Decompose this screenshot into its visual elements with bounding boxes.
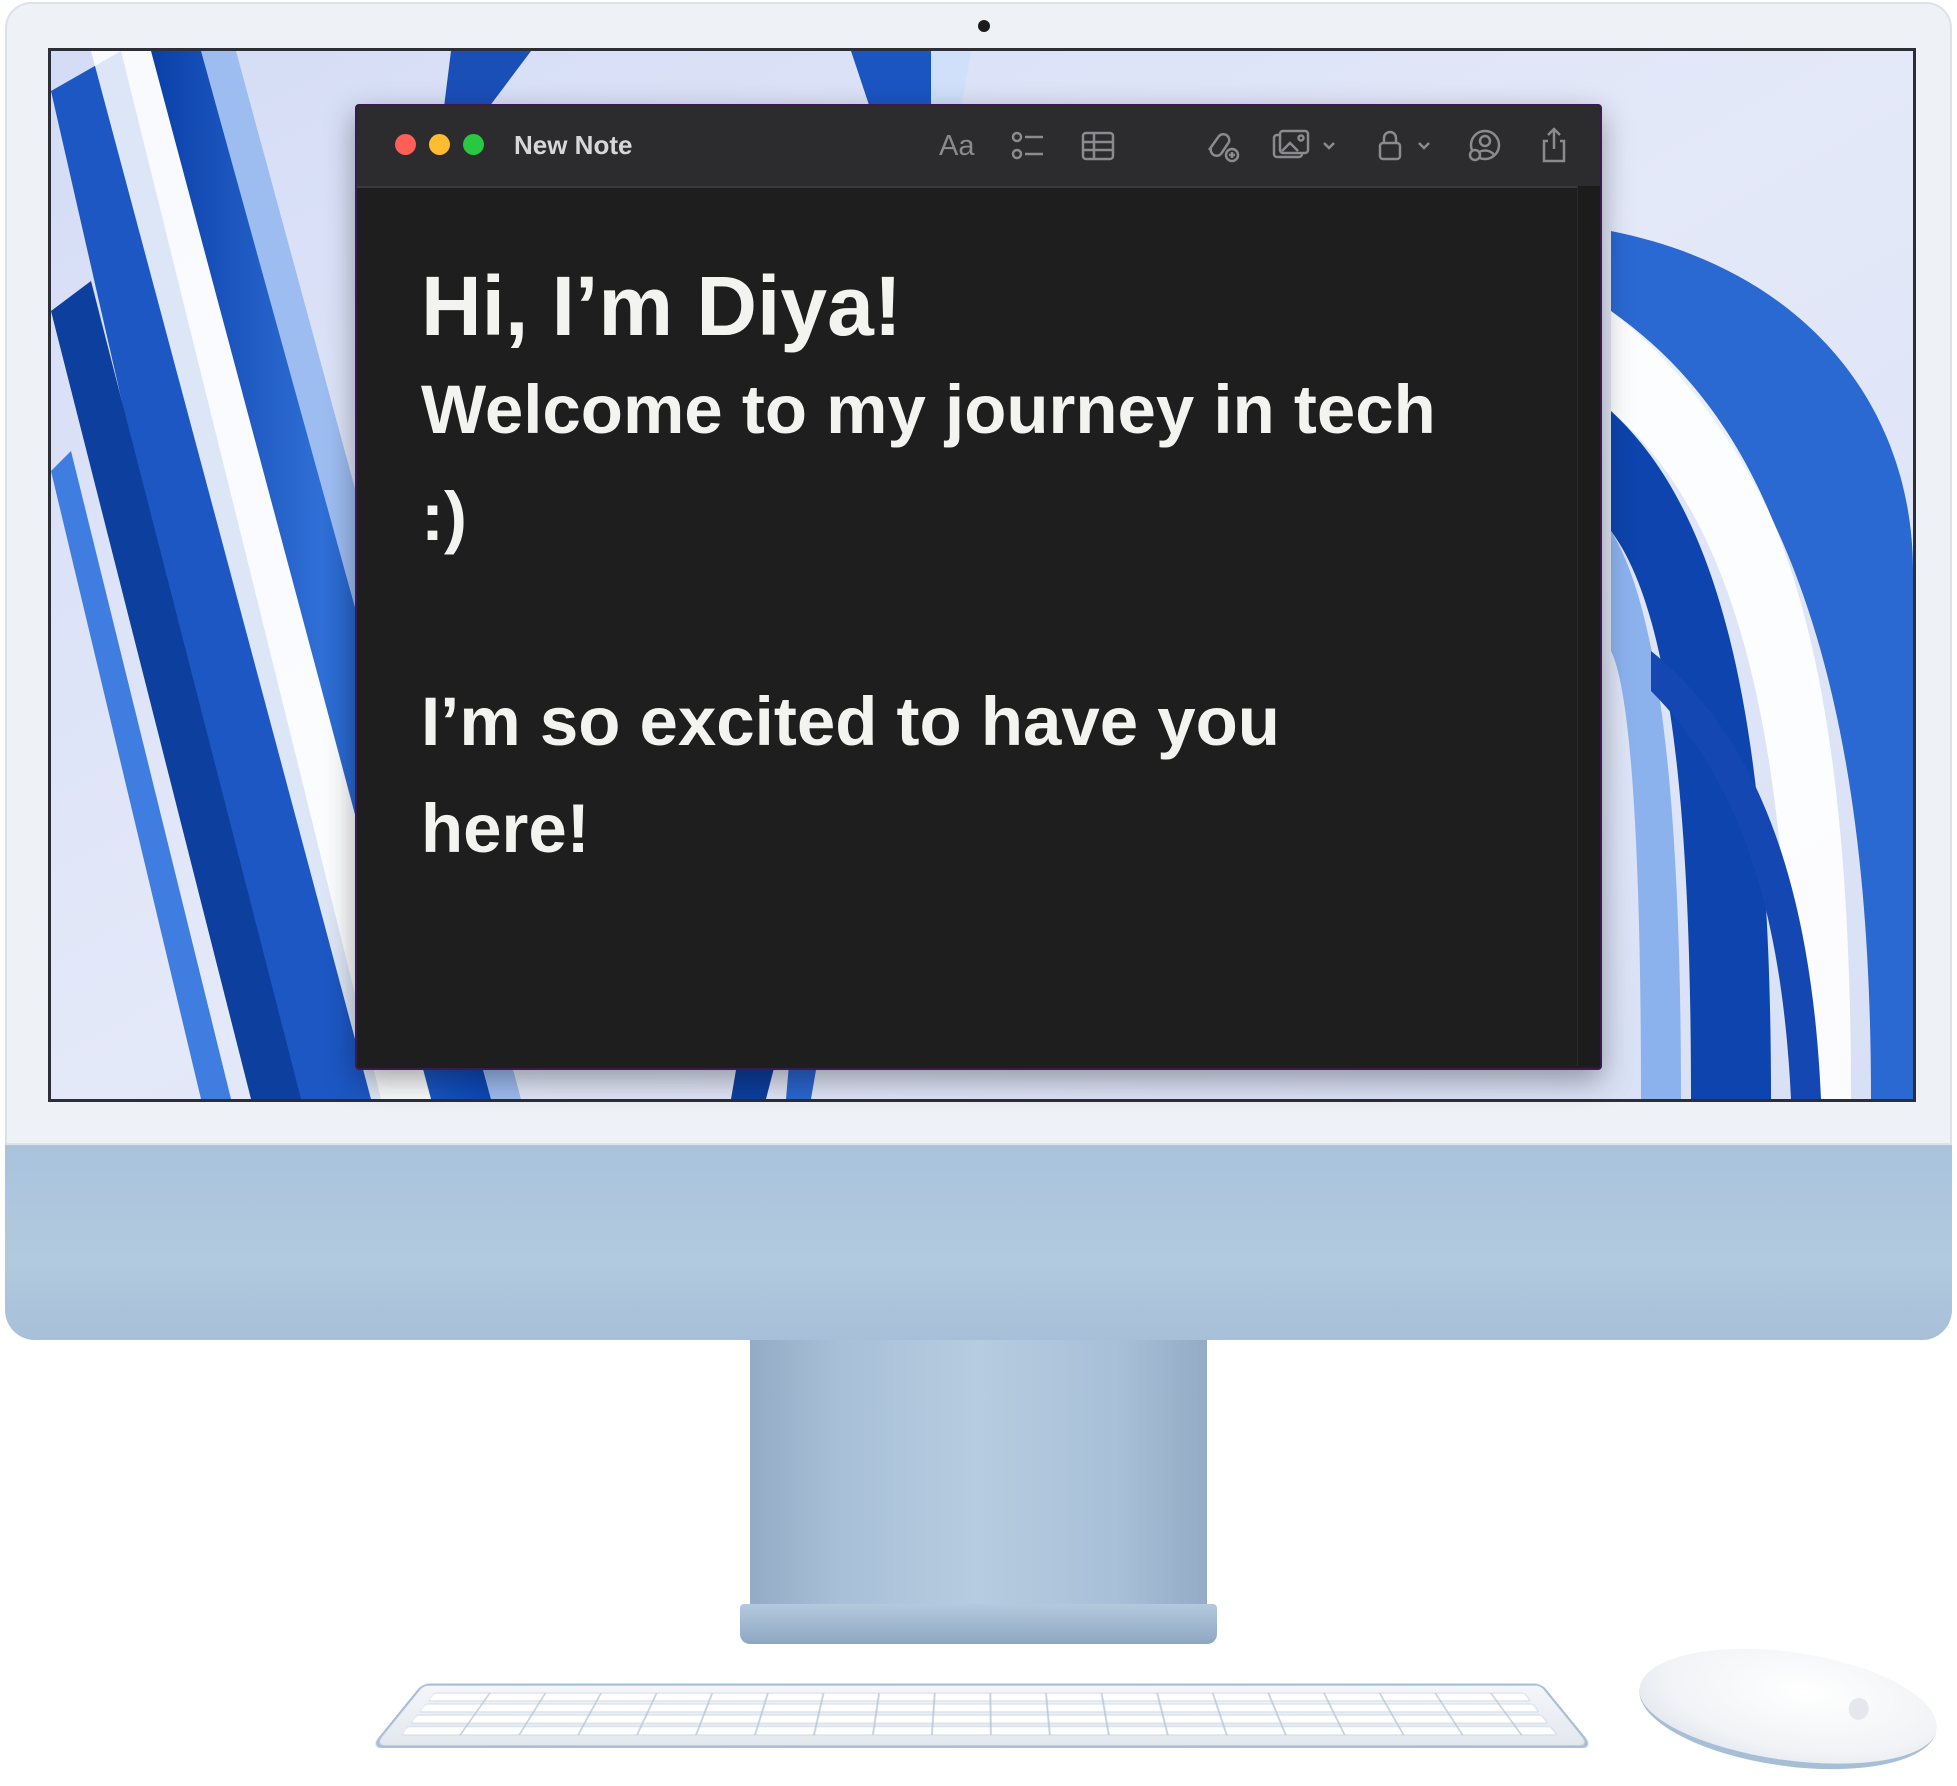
media-icon[interactable] [1272,124,1342,168]
scrollbar-track[interactable] [1577,186,1600,1066]
lock-icon[interactable] [1377,124,1437,168]
note-line: Welcome to my journey in tech [421,371,1436,448]
table-icon[interactable] [1081,124,1115,168]
note-content[interactable]: Hi, I’m Diya! Welcome to my journey in t… [421,256,1551,882]
camera [978,20,990,32]
device-chin [5,1145,1952,1340]
note-line: I’m so excited to have you [421,683,1280,760]
device-stand [750,1340,1207,1610]
apple-logo-icon [1847,1696,1871,1722]
minimize-window-button[interactable] [429,134,450,155]
close-window-button[interactable] [395,134,416,155]
keyboard [370,1683,1594,1748]
imac-device: New Note Aa Hi, I’m Diya! Welcome to my … [0,0,1957,1786]
checklist-icon[interactable] [1011,124,1045,168]
window-titlebar[interactable]: New Note Aa [357,106,1600,188]
format-text-icon[interactable]: Aa [939,124,974,168]
device-stand-foot [740,1604,1217,1644]
note-line: :) [421,478,467,555]
share-collaborate-icon[interactable] [1465,124,1505,168]
collaborate-link-icon[interactable] [1201,124,1241,168]
window-title: New Note [514,130,633,160]
maximize-window-button[interactable] [463,134,484,155]
magic-mouse [1631,1631,1945,1786]
notes-window[interactable]: New Note Aa Hi, I’m Diya! Welcome to my … [355,104,1602,1070]
share-icon[interactable] [1539,124,1569,168]
note-heading: Hi, I’m Diya! [421,259,902,353]
note-line: here! [421,790,590,867]
keyboard-keys [400,1692,1562,1737]
